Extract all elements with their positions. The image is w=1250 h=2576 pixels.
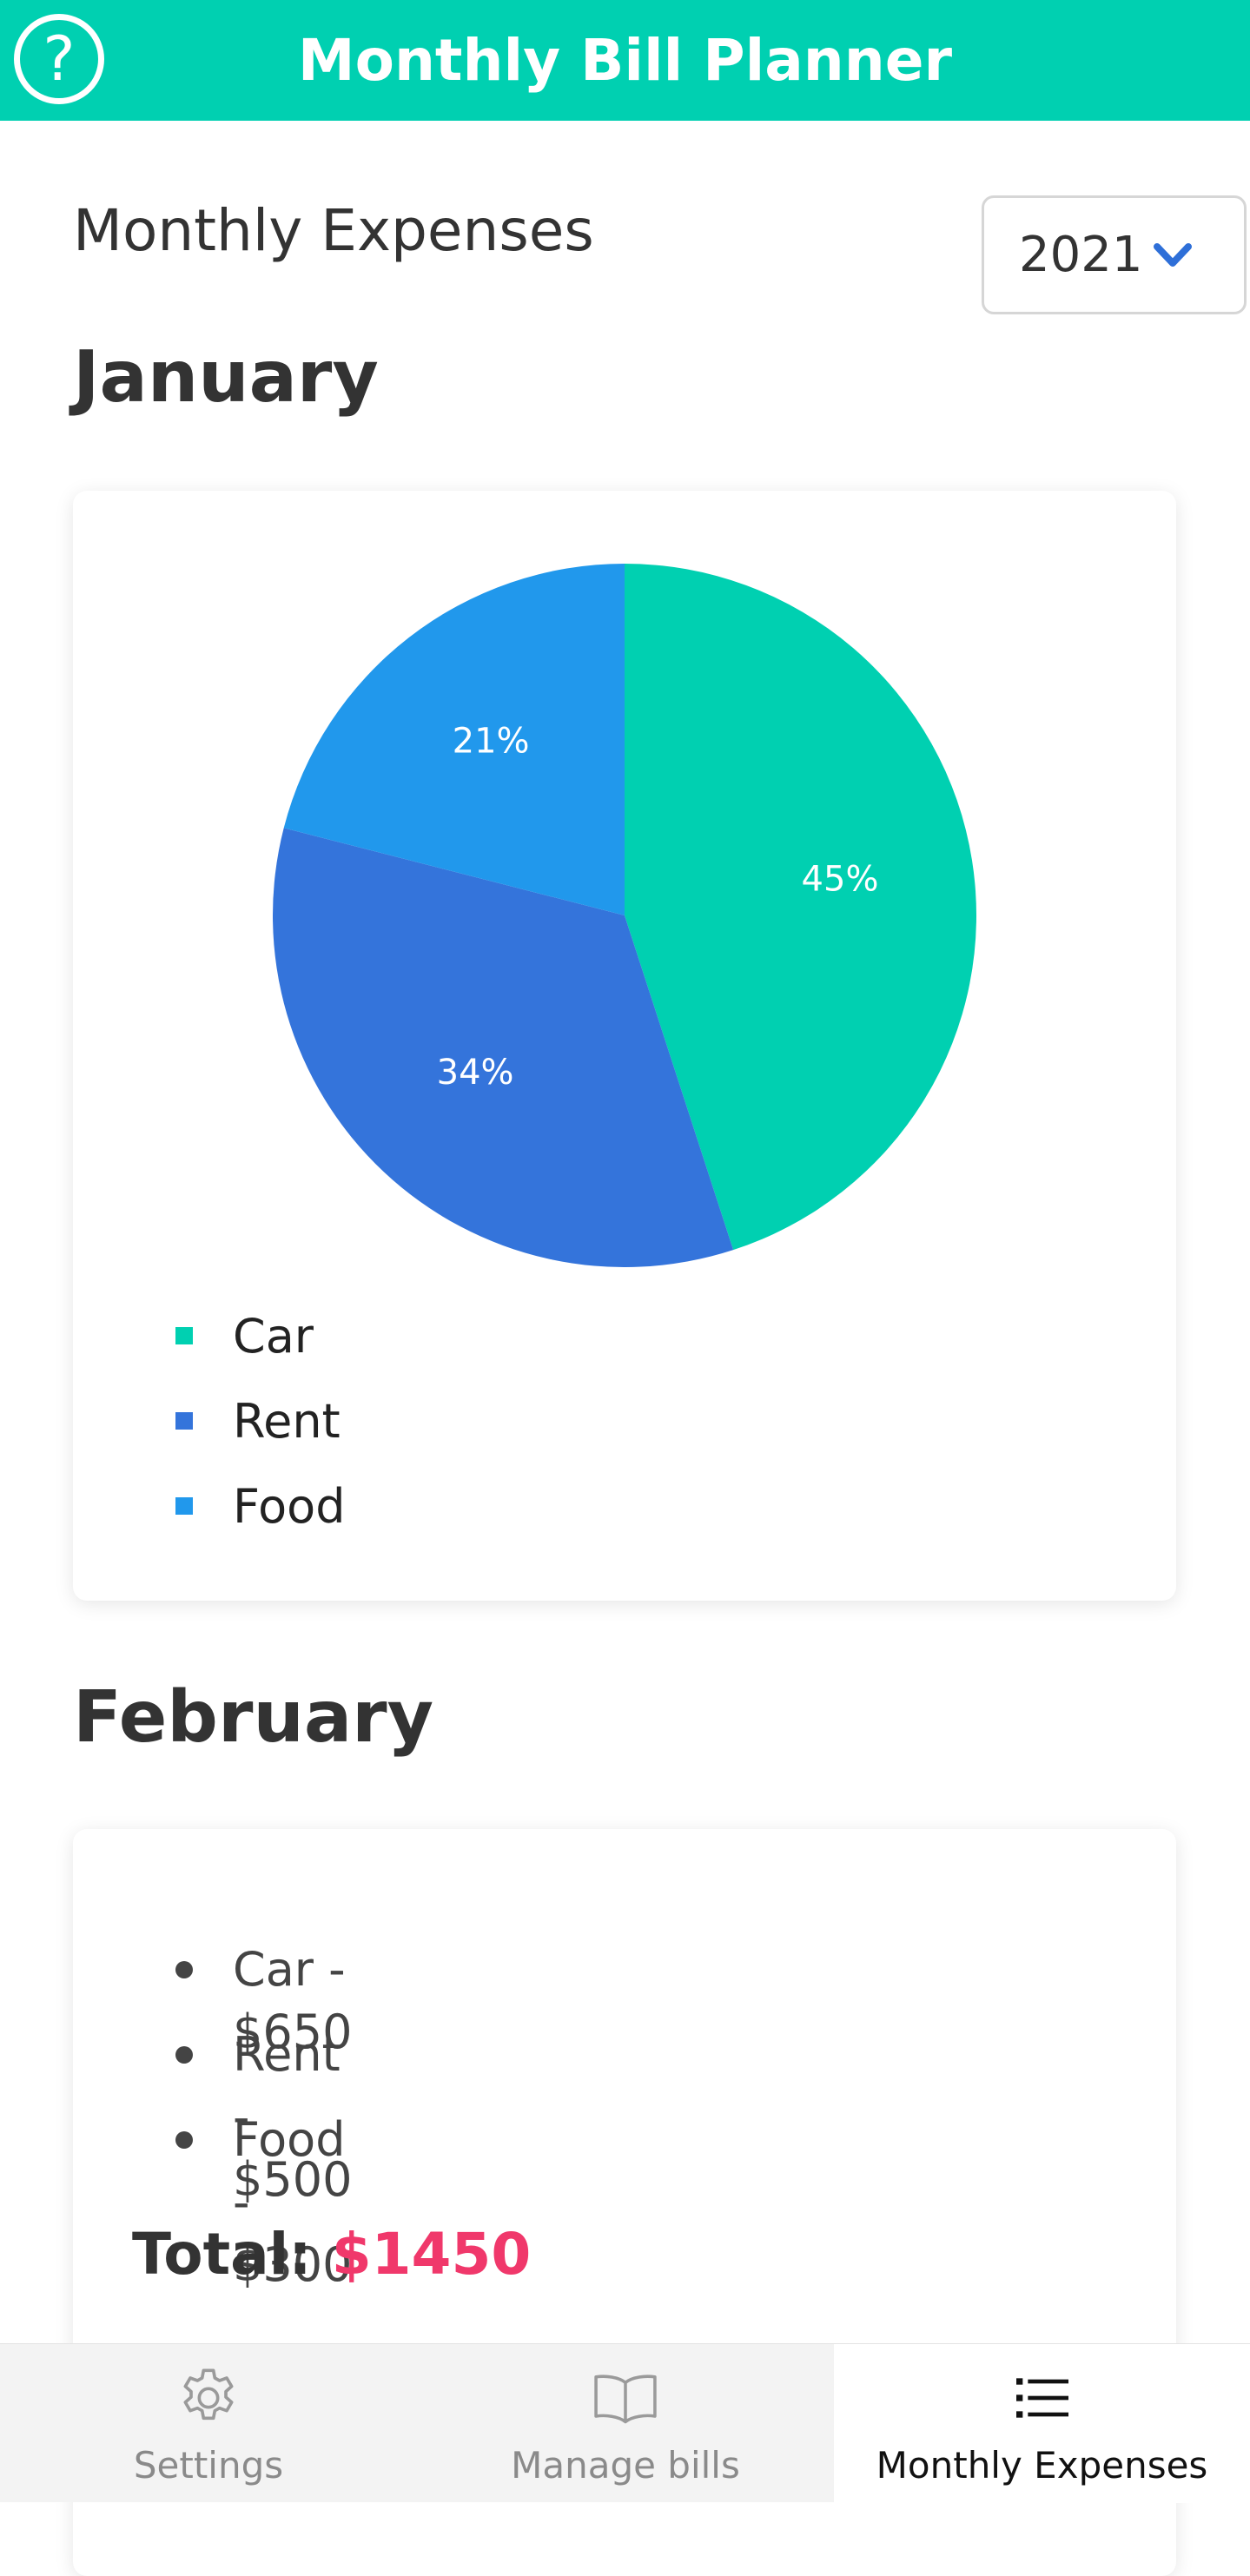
total-row: Total: $1450 [132,2220,531,2289]
legend-swatch [175,1412,193,1430]
legend-label: Car [233,1309,314,1364]
year-select[interactable]: 2021 [982,195,1247,314]
tab-monthly-expenses[interactable]: Monthly Expenses [834,2344,1250,2503]
chevron-down-icon [1154,243,1192,267]
tab-label: Settings [133,2444,284,2487]
legend-label: Rent [233,1394,341,1449]
app-header: ? Monthly Bill Planner [0,0,1250,121]
legend-label: Food [233,1479,346,1534]
slice-label: 34% [437,1053,514,1093]
page-title: Monthly Expenses [73,197,594,264]
bottom-tab-bar: Settings Manage bills Monthly Expenses [0,2343,1250,2503]
bullet [175,1961,193,1978]
bullet [175,2131,193,2149]
month-title-january: January [73,336,379,419]
list-icon [1015,2378,1068,2418]
book-icon [594,2375,657,2424]
january-chart-card: 45% 34% 21% Car Rent Food [73,491,1176,1601]
slice-label: 45% [802,860,879,900]
tab-manage-bills[interactable]: Manage bills [417,2344,834,2503]
legend-swatch [175,1497,193,1515]
expense-pie-chart: 45% 34% 21% [273,564,976,1267]
tab-settings[interactable]: Settings [0,2344,417,2503]
total-amount: $1450 [331,2221,532,2288]
month-title-february: February [73,1676,434,1759]
total-label: Total: [132,2221,312,2288]
tab-label: Monthly Expenses [876,2444,1208,2487]
app-title: Monthly Bill Planner [297,27,953,94]
year-select-value: 2021 [1019,227,1143,283]
slice-label: 21% [453,722,530,762]
bullet [175,2046,193,2064]
legend-swatch [175,1327,193,1344]
gear-icon [183,2368,234,2421]
tab-label: Manage bills [511,2444,740,2487]
